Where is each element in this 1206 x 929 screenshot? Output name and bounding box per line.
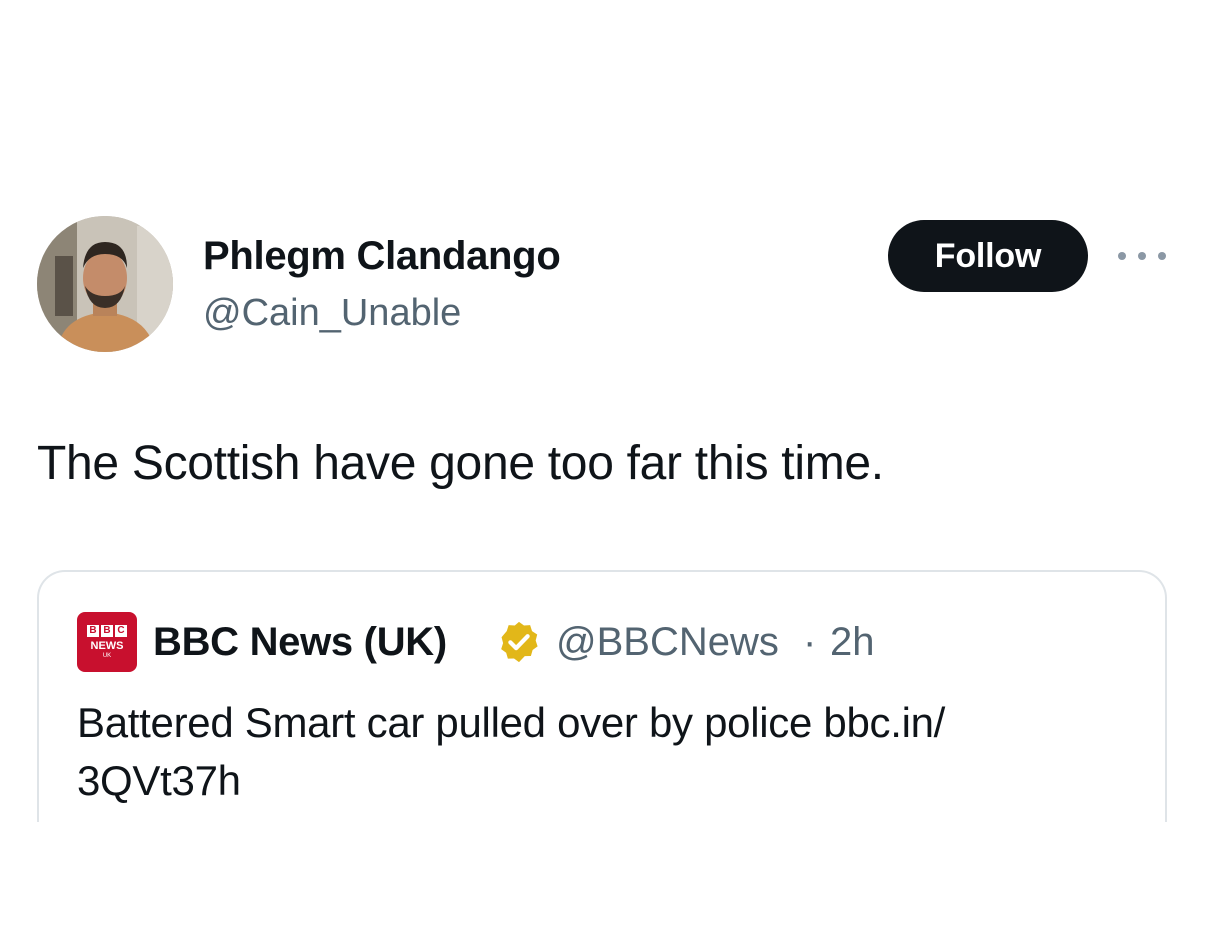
quote-author-handle[interactable]: @BBCNews xyxy=(556,620,779,665)
bbc-block: C xyxy=(115,624,127,637)
quote-timestamp[interactable]: 2h xyxy=(830,620,875,665)
bbc-news-label: NEWS xyxy=(90,639,124,652)
follow-button[interactable]: Follow xyxy=(888,220,1088,292)
tweet-text: The Scottish have gone too far this time… xyxy=(37,437,884,490)
meta-separator: · xyxy=(803,620,817,664)
dot xyxy=(1138,252,1146,260)
quote-author-name[interactable]: BBC News (UK) xyxy=(153,620,447,665)
bbc-blocks: B B C xyxy=(87,624,127,637)
bbc-block: B xyxy=(101,624,113,637)
bbc-block: B xyxy=(87,624,99,637)
avatar-photo xyxy=(37,216,173,352)
dot xyxy=(1158,252,1166,260)
dot xyxy=(1118,252,1126,260)
quote-text: Battered Smart car pulled over by police… xyxy=(77,699,946,804)
author-name[interactable]: Phlegm Clandango xyxy=(203,234,561,279)
crop-region xyxy=(0,822,1206,929)
bbc-news-logo[interactable]: B B C NEWS UK xyxy=(77,612,137,672)
author-handle[interactable]: @Cain_Unable xyxy=(203,292,461,335)
bbc-region-label: UK xyxy=(102,652,112,659)
verified-badge-icon xyxy=(501,621,538,663)
author-avatar[interactable] xyxy=(37,216,173,352)
more-horizontal-icon[interactable] xyxy=(1118,248,1166,264)
tweet-view: Phlegm Clandango @Cain_Unable Follow The… xyxy=(0,0,1206,929)
